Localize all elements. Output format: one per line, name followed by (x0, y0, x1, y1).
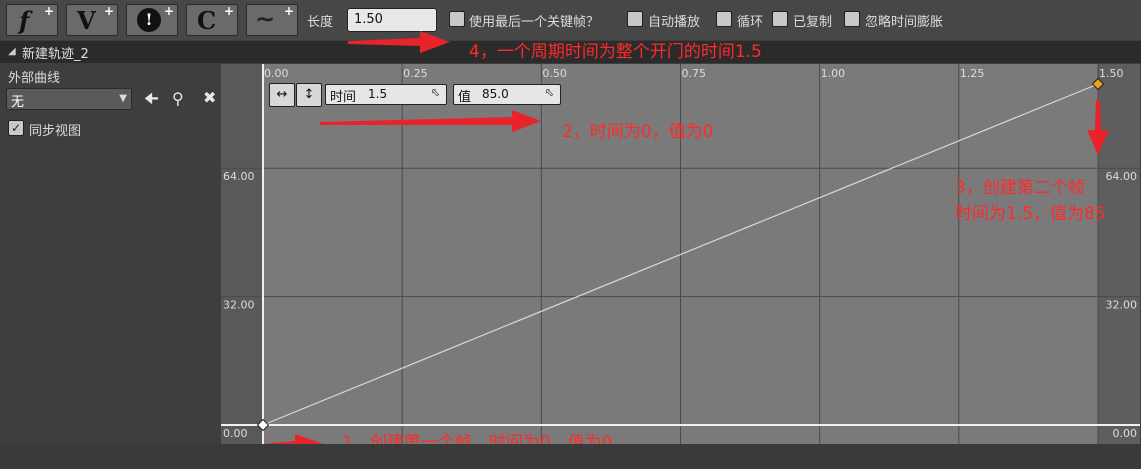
annotation-3-line2: 时间为1.5，值为85 (955, 204, 1106, 224)
annotation-3-line1: 3，创建第二个帧 (955, 178, 1085, 198)
annotation-arrow-4 (348, 31, 450, 53)
bottom-scrollbar[interactable] (0, 444, 1141, 469)
annotation-arrows (252, 31, 1109, 456)
annotation-4: 4，一个周期时间为整个开门的时间1.5 (469, 42, 762, 62)
annotation-arrow-2 (320, 110, 541, 132)
annotation-arrow-3 (1087, 100, 1109, 155)
annotation-2: 2，时间为0，值为0 (562, 122, 714, 142)
